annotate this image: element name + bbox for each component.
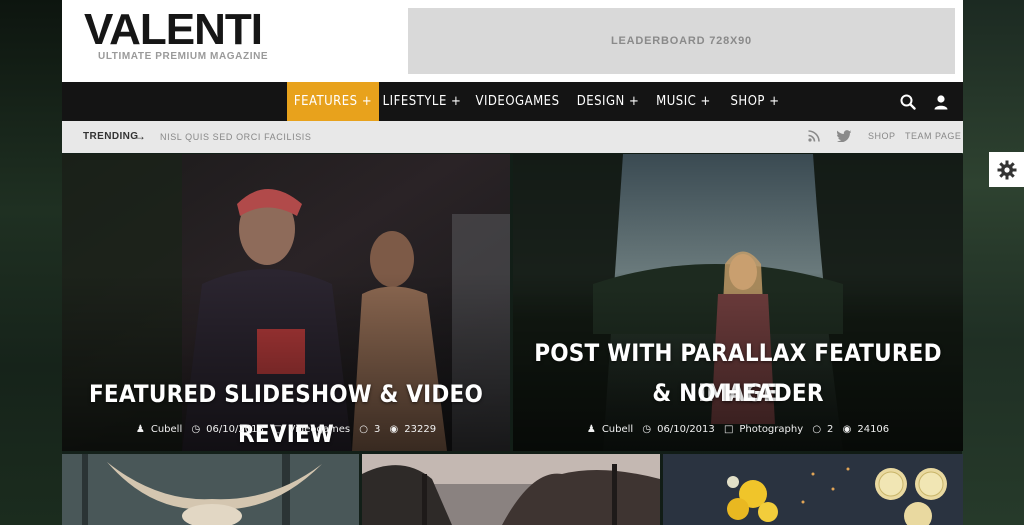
background-forest-left xyxy=(0,0,62,525)
eye-icon: ◉ xyxy=(842,424,852,435)
nav-item-features[interactable]: FEATURES + xyxy=(287,82,379,121)
author-icon: ♟ xyxy=(586,424,596,435)
comment-icon: ○ xyxy=(359,424,368,435)
site-tagline: ULTIMATE PREMIUM MAGAZINE xyxy=(98,51,269,62)
feature-1-meta: ♟ Cubell ◷ 06/10/2013 □ Videogames ○ 3 ◉ 2322… xyxy=(62,424,510,435)
clock-icon: ◷ xyxy=(642,424,652,435)
thumb-card-3[interactable] xyxy=(663,454,963,525)
comment-icon: ○ xyxy=(812,424,822,435)
feature-card-2[interactable]: POST WITH PARALLAX FEATURED IMAGE & NO H… xyxy=(513,154,963,451)
feature-2-category[interactable]: Photography xyxy=(739,424,803,435)
feature-1-author[interactable]: Cubell xyxy=(151,424,182,435)
site-logo[interactable]: VALENTI xyxy=(84,6,263,54)
site-header: VALENTI ULTIMATE PREMIUM MAGAZINE LEADER… xyxy=(62,0,963,82)
nav-item-videogames[interactable]: VIDEOGAMES xyxy=(465,82,570,121)
feature-1-views: 23229 xyxy=(404,424,437,435)
trending-label: TRENDING xyxy=(83,131,139,142)
eye-icon: ◉ xyxy=(389,424,399,435)
feature-card-1[interactable]: FEATURED SLIDESHOW & VIDEO REVIEW ♟ Cubel… xyxy=(62,154,510,451)
background-forest-right xyxy=(962,0,1024,525)
page-wrapper: VALENTI ULTIMATE PREMIUM MAGAZINE LEADER… xyxy=(62,0,963,525)
gear-icon xyxy=(997,160,1016,179)
trending-link-shop[interactable]: SHOP xyxy=(868,131,896,141)
leaderboard-ad[interactable]: LEADERBOARD 728X90 xyxy=(408,8,955,74)
folder-icon: □ xyxy=(273,424,283,435)
nav-item-shop[interactable]: SHOP + xyxy=(721,82,789,121)
trending-bar: TRENDING → NISL QUIS SED ORCI FACILISIS … xyxy=(62,121,963,153)
feature-2-meta: ♟ Cubell ◷ 06/10/2013 □ Photography ○ 2 ◉ 241… xyxy=(513,424,963,435)
thumb-card-1[interactable] xyxy=(62,454,359,525)
clock-icon: ◷ xyxy=(191,424,201,435)
feature-1-title[interactable]: FEATURED SLIDESHOW & VIDEO REVIEW xyxy=(62,374,510,451)
settings-button[interactable] xyxy=(989,152,1024,187)
rss-icon[interactable] xyxy=(808,130,820,142)
user-icon[interactable] xyxy=(933,94,949,110)
nav-item-design[interactable]: DESIGN + xyxy=(570,82,646,121)
main-nav: FEATURES + LIFESTYLE + VIDEOGAMES DESIGN… xyxy=(62,82,963,121)
trending-arrow-icon: → xyxy=(134,129,146,143)
nav-item-music[interactable]: MUSIC + xyxy=(646,82,721,121)
thumb-card-2[interactable] xyxy=(362,454,660,525)
folder-icon: □ xyxy=(723,424,734,435)
feature-1-comments[interactable]: 3 xyxy=(374,424,380,435)
feature-2-comments[interactable]: 2 xyxy=(827,424,833,435)
nav-item-lifestyle[interactable]: LIFESTYLE + xyxy=(379,82,465,121)
trending-link-team-page[interactable]: TEAM PAGE xyxy=(905,131,961,141)
flowers-lemons-thumb xyxy=(663,454,963,525)
skull-horns-thumb xyxy=(62,454,359,525)
forest-trees-thumb xyxy=(362,454,660,525)
trending-headline[interactable]: NISL QUIS SED ORCI FACILISIS xyxy=(160,132,312,142)
feature-2-date: 06/10/2013 xyxy=(657,424,715,435)
twitter-icon[interactable] xyxy=(837,130,851,142)
feature-1-category[interactable]: Videogames xyxy=(288,424,350,435)
author-icon: ♟ xyxy=(135,424,145,435)
feature-1-date: 06/10/2013 xyxy=(206,424,264,435)
search-icon[interactable] xyxy=(900,94,916,110)
feature-2-title-line2[interactable]: & NO HEADER xyxy=(513,373,963,413)
feature-2-author[interactable]: Cubell xyxy=(602,424,633,435)
feature-2-views: 24106 xyxy=(857,424,890,435)
